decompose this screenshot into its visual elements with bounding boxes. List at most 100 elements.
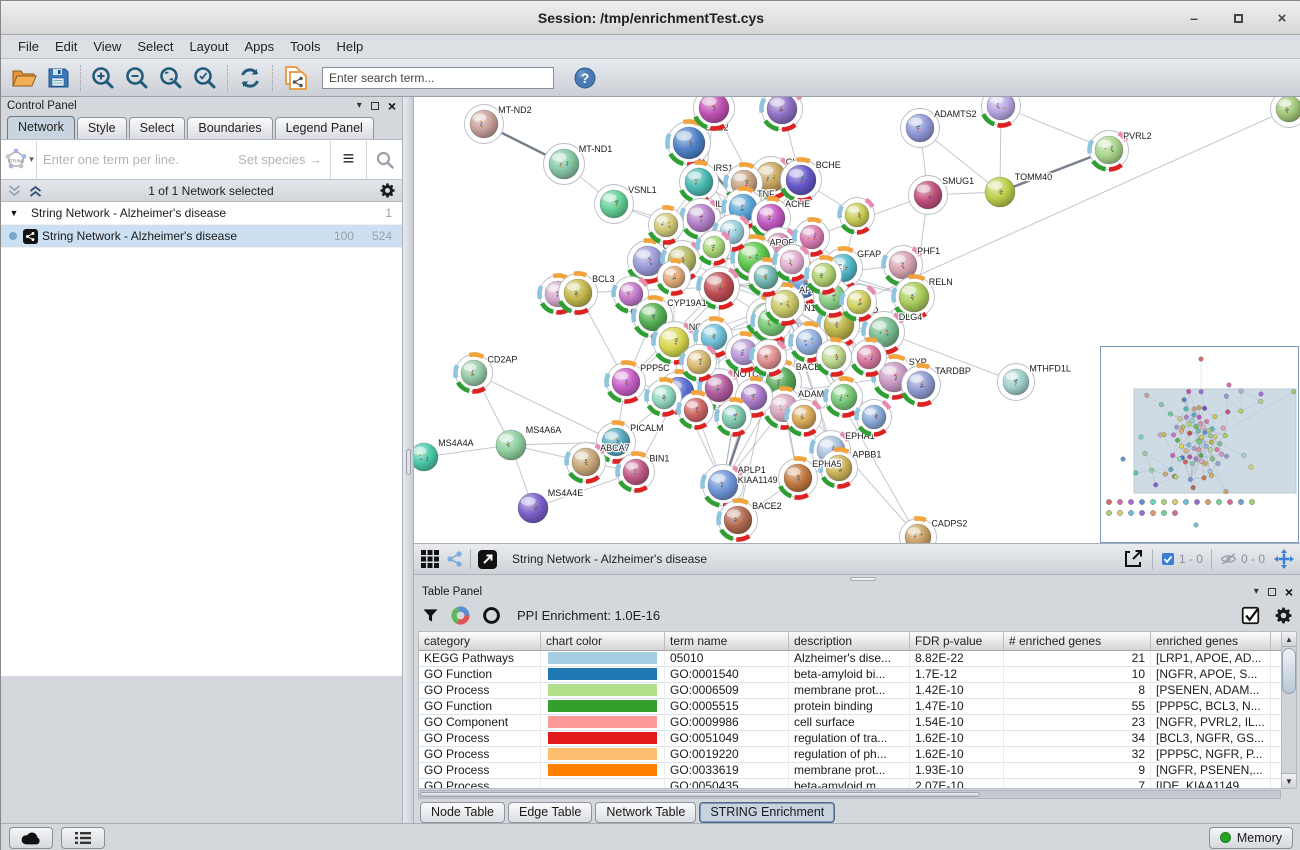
network-list-item[interactable]: ▼String Network - Alzheimer's disease1 xyxy=(1,202,402,225)
close-panel-icon[interactable]: × xyxy=(388,101,396,111)
menu-item-layout[interactable]: Layout xyxy=(182,37,235,56)
filter-icon[interactable] xyxy=(422,607,439,624)
network-node[interactable]: PVRL2 xyxy=(1090,131,1152,170)
help-button[interactable]: ? xyxy=(568,62,602,94)
network-node[interactable] xyxy=(761,97,802,130)
table-row[interactable]: GO FunctionGO:0005515protein binding1.47… xyxy=(419,699,1281,715)
column-header-FDR-p-value[interactable]: FDR p-value xyxy=(910,632,1004,650)
task-history-button[interactable] xyxy=(61,827,105,849)
horizontal-scrollbar[interactable] xyxy=(418,790,1281,799)
network-node[interactable]: BIN1 xyxy=(617,453,669,490)
open-session-button[interactable] xyxy=(7,62,41,94)
select-rows-icon[interactable] xyxy=(1241,606,1260,625)
table-row[interactable]: GO ProcessGO:0050435beta-amyloid m...2.0… xyxy=(419,779,1281,789)
network-node[interactable] xyxy=(1271,97,1300,128)
network-node[interactable]: MT-ND1 xyxy=(544,144,613,185)
menu-item-tools[interactable]: Tools xyxy=(283,37,327,56)
table-row[interactable]: KEGG Pathways05010Alzheimer's dise...8.8… xyxy=(419,651,1281,667)
network-node[interactable]: BACE2 xyxy=(719,501,782,540)
tab-network[interactable]: Network xyxy=(7,116,75,139)
ring-chart-icon[interactable] xyxy=(482,606,501,625)
pan-mode-button[interactable] xyxy=(1273,548,1295,570)
memory-button[interactable]: Memory xyxy=(1209,827,1293,849)
table-row[interactable]: GO FunctionGO:0001540beta-amyloid bi...1… xyxy=(419,667,1281,683)
panel-menu-icon[interactable]: ▾ xyxy=(357,100,362,111)
network-node[interactable] xyxy=(787,400,822,435)
network-node[interactable]: BCHE xyxy=(781,159,841,200)
open-external-button[interactable] xyxy=(477,549,498,570)
table-row[interactable]: GO ProcessGO:0019220regulation of ph...1… xyxy=(419,747,1281,763)
tab-style[interactable]: Style xyxy=(77,117,127,139)
expand-all-icon[interactable] xyxy=(28,184,43,198)
column-header-term-name[interactable]: term name xyxy=(665,632,789,650)
network-node[interactable]: ADAMTS2 xyxy=(901,109,977,148)
network-node[interactable] xyxy=(752,340,787,375)
table-row[interactable]: GO ComponentGO:0009986cell surface1.54E-… xyxy=(419,715,1281,731)
tab-legend-panel[interactable]: Legend Panel xyxy=(275,117,374,139)
network-node[interactable] xyxy=(852,340,887,375)
string-protein-query-button[interactable]: STRING ▾ xyxy=(1,141,37,179)
tab-network-table[interactable]: Network Table xyxy=(595,802,696,823)
network-node[interactable] xyxy=(658,261,691,294)
network-node[interactable]: TARDBP xyxy=(902,365,971,404)
menu-item-select[interactable]: Select xyxy=(130,37,180,56)
menu-item-apps[interactable]: Apps xyxy=(238,37,282,56)
search-input[interactable] xyxy=(322,67,554,89)
grid-view-button[interactable] xyxy=(420,549,440,569)
network-node[interactable]: TOMM40 xyxy=(985,172,1052,207)
network-node[interactable]: VSNL1 xyxy=(595,185,657,224)
menu-item-file[interactable]: File xyxy=(11,37,46,56)
string-search-button[interactable] xyxy=(366,141,402,179)
network-node[interactable] xyxy=(842,285,877,320)
tab-select[interactable]: Select xyxy=(129,117,186,139)
column-header--enriched-genes[interactable]: # enriched genes xyxy=(1004,632,1151,650)
panel-menu-icon[interactable]: ▾ xyxy=(1254,586,1259,597)
zoom-selected-button[interactable] xyxy=(188,62,222,94)
tab-string-enrichment[interactable]: STRING Enrichment xyxy=(699,802,835,823)
network-node[interactable]: CADPS2 xyxy=(900,518,968,543)
network-node[interactable]: SMUG1 xyxy=(909,176,975,215)
zoom-out-button[interactable] xyxy=(120,62,154,94)
network-list-item[interactable]: String Network - Alzheimer's disease1005… xyxy=(1,225,402,248)
column-header-chart-color[interactable]: chart color xyxy=(541,632,665,650)
close-icon[interactable]: × xyxy=(1273,9,1291,27)
float-panel-icon[interactable] xyxy=(1268,588,1276,596)
scroll-down-icon[interactable]: ▼ xyxy=(1282,773,1296,788)
horizontal-splitter[interactable] xyxy=(414,575,1300,583)
column-header-category[interactable]: category xyxy=(419,632,541,650)
menu-item-view[interactable]: View xyxy=(86,37,128,56)
network-node[interactable] xyxy=(857,400,892,435)
refresh-button[interactable] xyxy=(233,62,267,94)
zoom-in-button[interactable] xyxy=(86,62,120,94)
menu-item-edit[interactable]: Edit xyxy=(48,37,84,56)
network-node[interactable] xyxy=(678,392,713,427)
vertical-scrollbar[interactable]: ▲ ▼ xyxy=(1281,631,1297,789)
tab-edge-table[interactable]: Edge Table xyxy=(508,802,592,823)
column-header-description[interactable]: description xyxy=(789,632,910,650)
export-network-button[interactable] xyxy=(1122,548,1144,570)
network-node[interactable] xyxy=(806,257,841,292)
network-node[interactable]: CD2AP xyxy=(455,354,517,391)
collapse-all-icon[interactable] xyxy=(7,184,22,198)
table-row[interactable]: GO ProcessGO:0051049regulation of tra...… xyxy=(419,731,1281,747)
table-row[interactable]: GO ProcessGO:0006509membrane prot...1.42… xyxy=(419,683,1281,699)
tab-node-table[interactable]: Node Table xyxy=(420,802,505,823)
table-row[interactable]: GO ProcessGO:0033619membrane prot...1.93… xyxy=(419,763,1281,779)
network-node[interactable]: MTHFD1L xyxy=(998,364,1071,401)
network-node[interactable] xyxy=(982,97,1021,126)
maximize-icon[interactable] xyxy=(1229,9,1247,27)
network-from-file-button[interactable] xyxy=(278,62,312,94)
scrollbar-thumb[interactable] xyxy=(1282,648,1296,694)
network-node[interactable] xyxy=(716,399,751,434)
cloud-tasks-button[interactable] xyxy=(9,827,53,849)
close-panel-icon[interactable]: × xyxy=(1285,587,1293,597)
zoom-fit-button[interactable] xyxy=(154,62,188,94)
minimize-icon[interactable]: – xyxy=(1185,9,1203,27)
tab-boundaries[interactable]: Boundaries xyxy=(187,117,272,139)
network-node[interactable] xyxy=(698,231,731,264)
network-node[interactable]: MT-ND2 xyxy=(465,105,532,144)
network-node[interactable] xyxy=(682,345,717,380)
float-panel-icon[interactable] xyxy=(371,102,379,110)
network-canvas[interactable]: MT-ND2MT-ND1VSNL1GAB2ADAMTS2PVRL2SMUG1TO… xyxy=(414,97,1300,543)
gear-icon[interactable] xyxy=(379,182,396,199)
